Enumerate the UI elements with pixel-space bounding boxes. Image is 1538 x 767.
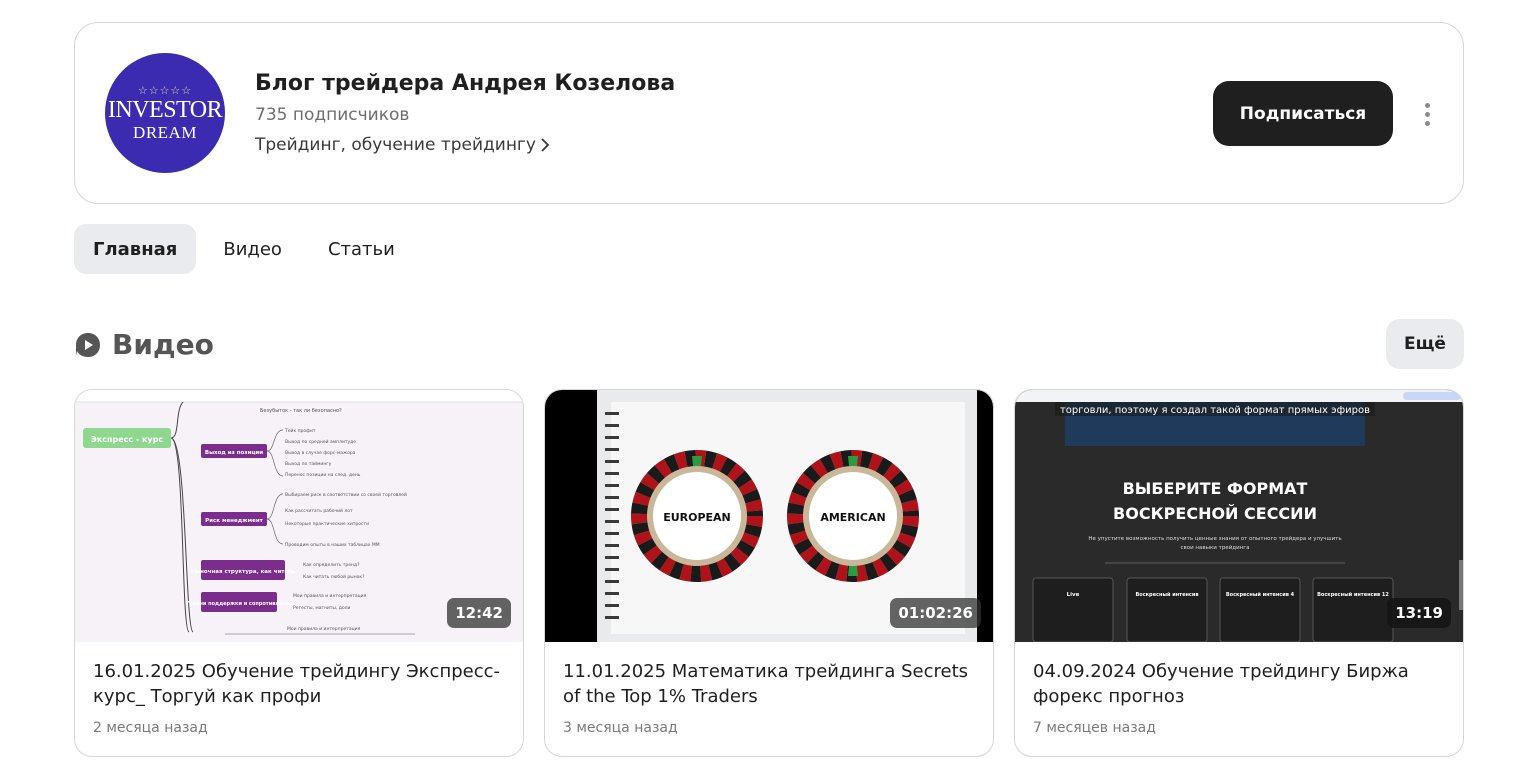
plan-title: Воскресный интенсив [1135,591,1198,598]
plan-title: Воскресный интенсив 12 [1317,591,1389,598]
mindmap-leaf: Выход в случае форс-мажора [285,450,356,456]
european-wheel-label: EUROPEAN [663,511,731,524]
mindmap-node: Уровни поддержки и сопротивления [185,601,292,607]
plan-title: Live [1067,592,1080,598]
plan-title: Воскресный интенсив 4 [1226,591,1295,598]
channel-topic-label: Трейдинг, обучение трейдингу [255,135,536,155]
mindmap-leaf: Перенос позиции на след. день [285,472,361,478]
tab-articles[interactable]: Статьи [309,224,414,274]
thumb-subtext-line1: Не упустите возможность получить ценные … [1088,535,1341,542]
video-title[interactable]: 04.09.2024 Обучение трейдингу Биржа форе… [1033,659,1443,709]
more-options-icon[interactable] [1415,97,1439,131]
mindmap-leaf: Некоторые практические хитрости [285,521,369,527]
thumb-heading-line2: ВОСКРЕСНОЙ СЕССИИ [1113,504,1317,523]
video-title[interactable]: 11.01.2025 Математика трейдинга Secrets … [563,659,973,709]
videos-section-title: Видео [112,328,214,361]
channel-name[interactable]: Блог трейдера Андрея Козелова [255,71,675,96]
subscriber-count: 735 подписчиков [255,105,410,125]
thumb-heading-line1: ВЫБЕРИТЕ ФОРМАТ [1123,479,1308,498]
video-thumbnail[interactable]: Экспресс - курс Безубыток - так ли безоп… [75,390,523,642]
mindmap-leaf: Как рассчитать рабочий лот [285,507,353,514]
video-date: 3 месяца назад [563,720,678,736]
video-card[interactable]: Экспресс - курс Безубыток - так ли безоп… [74,389,524,757]
mindmap-leaf: Мои правила и интерпретация [293,593,367,599]
channel-tabs: Главная Видео Статьи [74,224,414,274]
mindmap-leaf: Ретесты, магниты, доли [293,605,351,611]
avatar-stars: ☆☆☆☆☆ [137,83,193,97]
video-duration: 12:42 [447,598,511,628]
channel-avatar[interactable]: ☆☆☆☆☆ INVESTOR DREAM [105,53,225,173]
mindmap-node: Выход из позиции [205,450,263,456]
video-title[interactable]: 16.01.2025 Обучение трейдингу Экспресс-к… [93,659,503,709]
subscribe-button[interactable]: Подписаться [1213,81,1393,146]
mindmap-top-note: Безубыток - так ли безопасно? [260,408,342,414]
mindmap-leaf: Как определить тренд? [303,562,360,568]
thumb-subtext-line2: свои навыки трейдинга [1180,544,1249,551]
mindmap-leaf: Мои правила и интерпретация [287,626,361,632]
mindmap-leaf: Тейк профит [284,427,316,434]
more-videos-button[interactable]: Ещё [1386,319,1464,369]
video-thumbnail[interactable]: EUROPEAN AMERICAN 01:02:26 [545,390,993,642]
tab-home[interactable]: Главная [74,224,197,274]
video-date: 7 месяцев назад [1033,720,1156,736]
thumb-top-text: торговли, поэтому я создал такой формат … [1060,405,1370,416]
channel-topic-link[interactable]: Трейдинг, обучение трейдингу [255,135,550,155]
mindmap-leaf: Проводим опыты в наших таблицах ММ [285,542,380,548]
video-card[interactable]: EUROPEAN AMERICAN 01:02:26 11.01.2025 Ма… [544,389,994,757]
chevron-right-icon [541,138,550,152]
video-card[interactable]: торговли, поэтому я создал такой формат … [1014,389,1464,757]
channel-header-card: ☆☆☆☆☆ INVESTOR DREAM Блог трейдера Андре… [74,22,1464,204]
mindmap-leaf: Как читать любой рынок? [303,573,365,580]
avatar-logo-line1: INVESTOR [107,96,223,123]
avatar-logo-line2: DREAM [133,122,197,142]
video-duration: 01:02:26 [890,598,981,628]
video-duration: 13:19 [1387,598,1451,628]
american-wheel-label: AMERICAN [820,511,885,524]
video-date: 2 месяца назад [93,720,208,736]
video-thumbnail[interactable]: торговли, поэтому я создал такой формат … [1015,390,1463,642]
mindmap-root: Экспресс - курс [91,435,163,444]
mindmap-leaf: Выход по средней амплитуде [285,438,356,445]
videos-section-header: Видео [74,328,214,361]
video-play-icon [76,332,100,357]
mindmap-node: Риск менеджмент [205,518,263,524]
mindmap-leaf: Выбираем риск в соответствии со своей то… [285,491,407,498]
mindmap-node: Рыночная структура, как читать [191,569,295,575]
tab-videos[interactable]: Видео [204,224,301,274]
mindmap-leaf: Выход по таймингу [285,460,332,467]
